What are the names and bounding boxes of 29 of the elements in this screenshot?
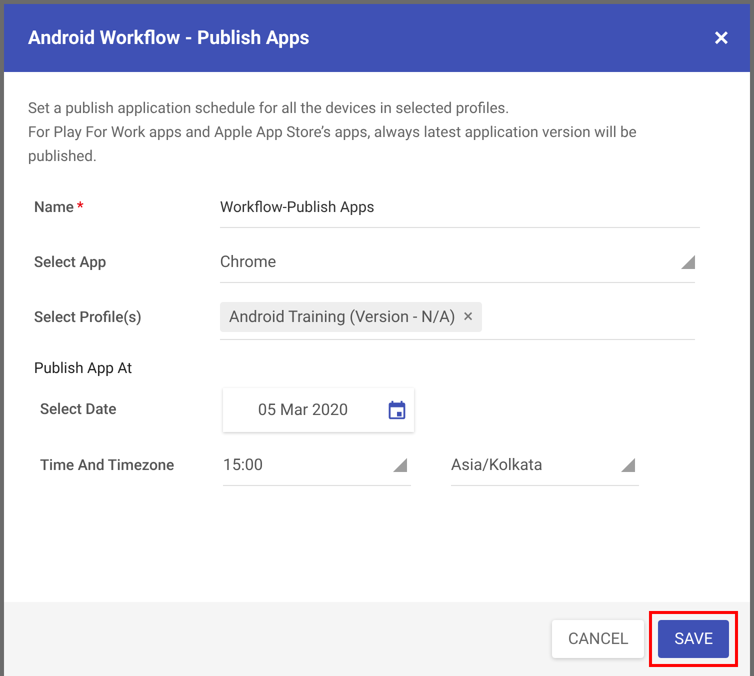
field-label: Select Profile(s) bbox=[34, 308, 142, 326]
description-text: Set a publish application schedule for all the devices in selected profiles. bbox=[28, 98, 510, 119]
select-value: Asia/Kolkata bbox=[451, 454, 542, 476]
time-select[interactable]: 15:00 bbox=[223, 446, 411, 486]
field-label: Name bbox=[34, 198, 74, 216]
dropdown-caret-icon bbox=[621, 458, 635, 472]
chip-remove-button[interactable]: × bbox=[463, 308, 473, 326]
dropdown-caret-icon bbox=[681, 255, 695, 269]
dialog-title: Android Workflow - Publish Apps bbox=[28, 24, 310, 51]
dropdown-caret-icon bbox=[393, 458, 407, 472]
select-value: 15:00 bbox=[223, 454, 263, 476]
field-label: Select Date bbox=[40, 398, 118, 420]
save-button[interactable]: SAVE bbox=[658, 620, 729, 658]
profile-select[interactable]: Android Training (Version - N/A) × bbox=[220, 296, 695, 340]
required-asterisk: * bbox=[76, 198, 84, 216]
section-heading: Publish App At bbox=[33, 358, 134, 379]
chip-label: Android Training (Version - N/A) bbox=[229, 306, 456, 328]
field-label: Time And Timezone bbox=[40, 455, 176, 476]
name-input[interactable]: Workflow-Publish Apps bbox=[220, 188, 700, 228]
description-text: For Play For Work apps and Apple App Store’s apps, always latest application version will be published. bbox=[28, 122, 638, 167]
date-picker[interactable]: 05 Mar 2020 bbox=[223, 388, 414, 432]
calendar-icon[interactable] bbox=[386, 398, 408, 420]
date-value: 05 Mar 2020 bbox=[258, 398, 348, 420]
cancel-button[interactable]: CANCEL bbox=[552, 620, 644, 658]
close-button[interactable]: ✕ bbox=[713, 28, 730, 48]
field-label: Select App bbox=[34, 253, 106, 272]
app-select[interactable]: Chrome bbox=[220, 242, 695, 282]
timezone-select[interactable]: Asia/Kolkata bbox=[451, 446, 639, 486]
select-value: Chrome bbox=[220, 251, 276, 273]
